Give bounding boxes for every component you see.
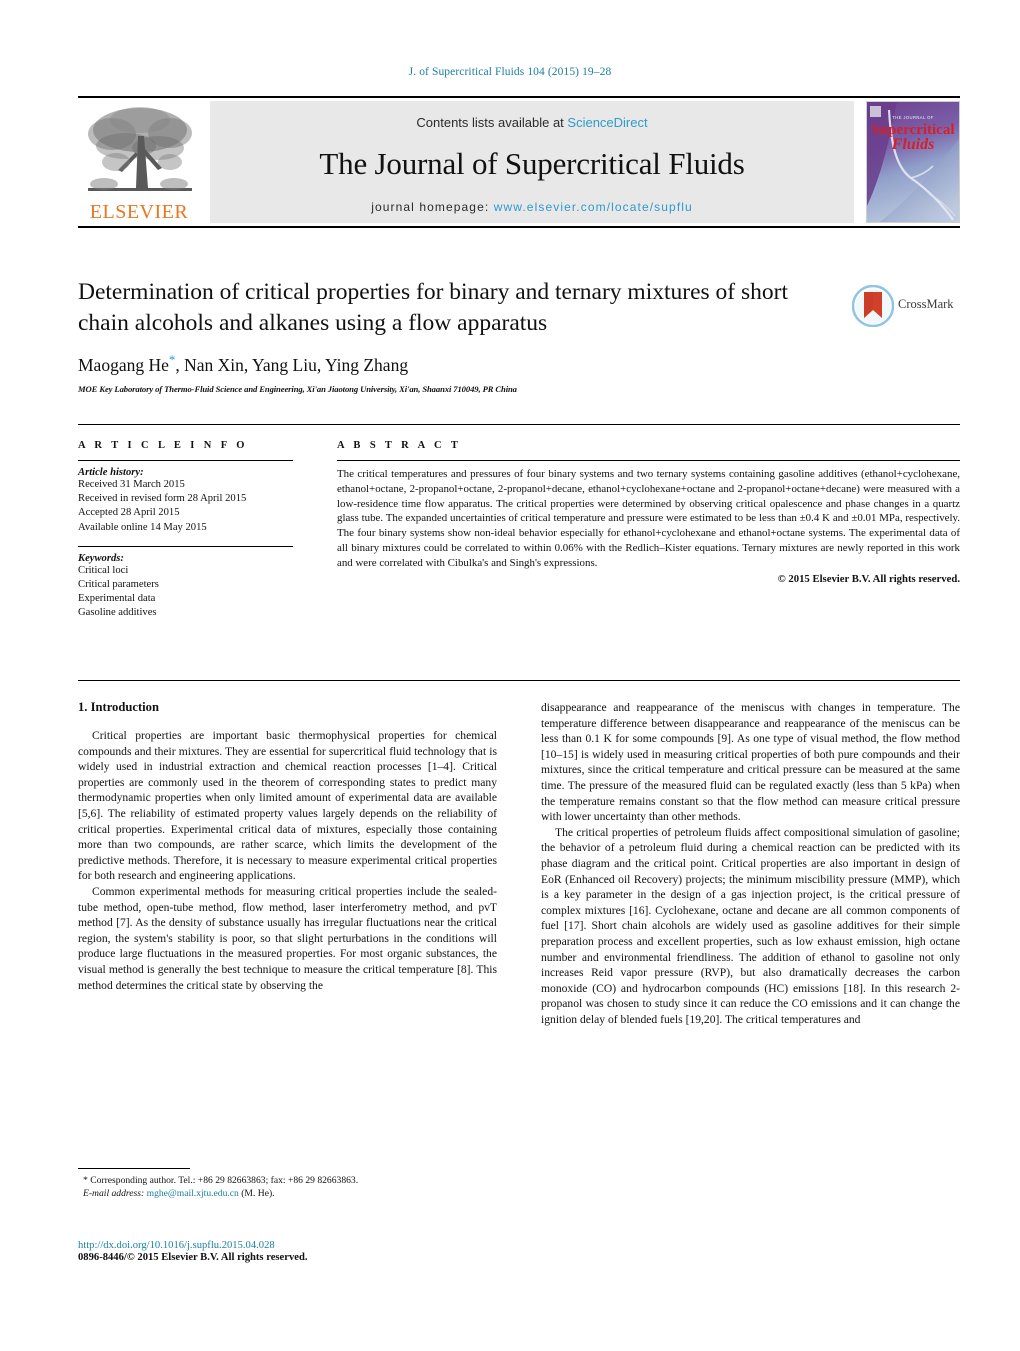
elsevier-wordmark: ELSEVIER — [89, 201, 189, 223]
journal-homepage-link[interactable]: www.elsevier.com/locate/supflu — [494, 200, 693, 214]
article-title-block: Determination of critical properties for… — [78, 277, 960, 394]
article-history-label: Article history: — [78, 467, 144, 478]
contents-prefix: Contents lists available at — [416, 115, 568, 130]
sciencedirect-link[interactable]: ScienceDirect — [567, 115, 647, 130]
doi-block: http://dx.doi.org/10.1016/j.supflu.2015.… — [78, 1240, 508, 1263]
running-head: J. of Supercritical Fluids 104 (2015) 19… — [408, 66, 612, 78]
paragraph: The critical properties of petroleum flu… — [541, 825, 960, 1026]
author-names-primary: Maogang He — [78, 354, 169, 375]
paper-page: J. of Supercritical Fluids 104 (2015) 19… — [0, 0, 1020, 1351]
cover-journal-kicker: THE JOURNAL OF — [892, 115, 934, 120]
section-heading-introduction: 1. Introduction — [78, 700, 159, 714]
homepage-prefix: journal homepage: — [371, 200, 494, 214]
abstract-copyright: © 2015 Elsevier B.V. All rights reserved… — [777, 572, 960, 585]
crossmark-icon[interactable] — [851, 284, 895, 328]
elsevier-logo: ELSEVIER — [78, 100, 200, 224]
author-names-rest: , Nan Xin, Yang Liu, Ying Zhang — [175, 354, 409, 375]
journal-homepage-line: journal homepage: www.elsevier.com/locat… — [210, 200, 854, 214]
footnote-contact-line: * Corresponding author. Tel.: +86 29 826… — [83, 1175, 359, 1186]
article-info-section: A R T I C L E I N F O Article history: R… — [78, 440, 293, 621]
author-list: Maogang He*, Nan Xin, Yang Liu, Ying Zha… — [78, 352, 960, 376]
footnote-email-line: E-mail address: mghe@mail.xjtu.edu.cn (M… — [78, 1187, 497, 1200]
journal-masthead: ELSEVIER Contents lists available at Sci… — [78, 96, 960, 228]
article-history-item: Accepted 28 April 2015 — [78, 507, 180, 519]
corresponding-author-footnote: * Corresponding author. Tel.: +86 29 826… — [78, 1168, 497, 1200]
body-column-left: 1. Introduction Critical properties are … — [78, 700, 497, 1027]
article-history-item: Received in revised form 28 April 2015 — [78, 493, 247, 505]
author-email-link[interactable]: mghe@mail.xjtu.edu.cn — [147, 1188, 239, 1199]
abstract-section: A B S T R A C T The critical temperature… — [337, 440, 960, 585]
footnote-rule — [78, 1168, 190, 1169]
body-columns: 1. Introduction Critical properties are … — [78, 700, 960, 1027]
keyword-item: Critical parameters — [78, 579, 159, 591]
contents-lists-line: Contents lists available at ScienceDirec… — [210, 101, 854, 130]
elsevier-tree-icon — [88, 107, 192, 191]
abstract-text: The critical temperatures and pressures … — [337, 468, 960, 569]
abstract-bottom-rule — [78, 680, 960, 681]
keyword-item: Experimental data — [78, 593, 156, 605]
paragraph: Critical properties are important basic … — [78, 729, 497, 883]
article-info-divider — [78, 460, 293, 461]
journal-cover-image: THE JOURNAL OF Supercritical Fluids — [867, 102, 959, 222]
email-label: E-mail address: — [83, 1188, 145, 1199]
email-suffix: (M. He). — [238, 1188, 275, 1199]
journal-title: The Journal of Supercritical Fluids — [319, 146, 745, 181]
body-column-right: disappearance and reappearance of the me… — [541, 700, 960, 1027]
info-top-rule — [78, 424, 960, 425]
abstract-divider — [337, 460, 960, 461]
journal-cover-thumbnail: THE JOURNAL OF Supercritical Fluids — [866, 101, 960, 223]
crossmark-label: CrossMark — [898, 297, 954, 311]
article-history-item: Available online 14 May 2015 — [78, 521, 207, 533]
doi-link[interactable]: http://dx.doi.org/10.1016/j.supflu.2015.… — [78, 1240, 508, 1251]
keyword-item: Critical loci — [78, 564, 129, 576]
issn-copyright-line: 0896-8446/© 2015 Elsevier B.V. All right… — [78, 1252, 308, 1263]
keywords-label: Keywords: — [78, 552, 124, 564]
crossmark-badge[interactable]: CrossMark — [851, 284, 958, 328]
paragraph: disappearance and reappearance of the me… — [541, 701, 960, 824]
abstract-heading: A B S T R A C T — [337, 440, 462, 451]
keywords-divider — [78, 545, 293, 547]
page-title: Determination of critical properties for… — [78, 279, 788, 336]
author-affiliation: MOE Key Laboratory of Thermo-Fluid Scien… — [78, 383, 517, 394]
paragraph: Common experimental methods for measurin… — [78, 884, 497, 992]
article-info-heading: A R T I C L E I N F O — [78, 440, 248, 451]
article-history-item: Received 31 March 2015 — [78, 479, 185, 490]
cover-title-line2: Fluids — [891, 136, 935, 153]
keyword-item: Gasoline additives — [78, 607, 157, 619]
journal-band: Contents lists available at ScienceDirec… — [210, 101, 854, 223]
